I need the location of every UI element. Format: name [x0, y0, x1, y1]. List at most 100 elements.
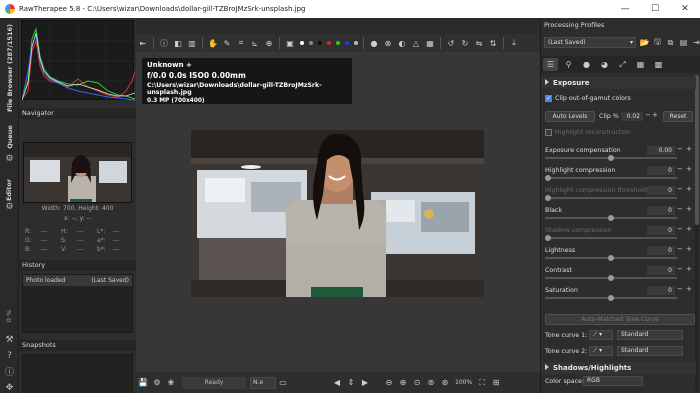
shadows-highlights-section-header[interactable]: Shadows/Highlights	[541, 362, 696, 374]
maximize-button[interactable]: ☐	[640, 0, 670, 18]
exposure-compensation-reset-button[interactable]: +	[686, 145, 692, 153]
color-dot-blue-icon[interactable]	[344, 41, 349, 45]
reset-button[interactable]: Reset	[663, 111, 693, 122]
contrast-reset-button[interactable]: +	[686, 265, 692, 273]
tab-queue[interactable]: Queue	[2, 118, 17, 156]
exposure-compensation-slider[interactable]	[545, 155, 677, 161]
copy-profile-icon[interactable]: ⧉	[665, 37, 676, 48]
clip-increase-button[interactable]: +	[652, 111, 658, 119]
highlight-compression-slider[interactable]	[545, 175, 677, 181]
tone-curve-2-mode-select[interactable]: Standard	[617, 346, 683, 356]
shadow-compression-value[interactable]: 0	[647, 226, 675, 235]
black-value[interactable]: 0	[647, 206, 675, 215]
black-slider[interactable]	[545, 215, 677, 221]
history-list[interactable]: Photo loaded (Last Saved)	[22, 274, 133, 333]
highlight-compression-threshold-reset-button[interactable]: +	[686, 185, 692, 193]
previous-image-icon[interactable]: ◀	[332, 377, 343, 388]
warning-icon[interactable]: △	[411, 38, 422, 49]
focus-mask-icon[interactable]: ●	[369, 38, 380, 49]
contrast-decrease-button[interactable]: −	[677, 265, 683, 273]
tab-file-browser[interactable]: File Browser (287/1516)	[2, 22, 17, 114]
highlight-reconstruction-checkbox[interactable]: Highlight reconstruction	[545, 129, 631, 136]
clip-gamut-checkbox[interactable]: ✓ Clip out-of-gamut colors	[545, 95, 631, 102]
tone-curve-2-edit-button[interactable]: ⟋ ▾	[589, 346, 613, 356]
black-decrease-button[interactable]: −	[677, 205, 683, 213]
lightness-value[interactable]: 0	[647, 246, 675, 255]
color-dot-black-icon[interactable]	[317, 41, 322, 45]
clip-decrease-button[interactable]: −	[645, 111, 651, 119]
info-icon[interactable]: ⓘ	[4, 366, 15, 378]
gear-icon[interactable]: ⚙	[4, 153, 15, 164]
exposure-compensation-value[interactable]: 0.00	[647, 146, 675, 155]
highlight-compression-slider-knob[interactable]	[545, 175, 551, 181]
zoom-100-icon[interactable]: ⊛	[440, 377, 451, 388]
navigator-thumbnail[interactable]	[23, 142, 132, 203]
history-icon[interactable]: ▥	[187, 38, 198, 49]
navigator-header[interactable]: Navigator	[19, 108, 136, 119]
transform-tab-icon[interactable]: ⤢	[615, 58, 630, 71]
white-balance-picker-icon[interactable]: ✎	[222, 38, 233, 49]
exposure-compensation-decrease-button[interactable]: −	[677, 145, 683, 153]
lightness-slider[interactable]	[545, 255, 677, 261]
right-panel-scrollbar[interactable]	[695, 75, 699, 391]
info-toggle-icon[interactable]: ⓘ	[159, 38, 170, 49]
highlight-compression-reset-button[interactable]: +	[686, 165, 692, 173]
exposure-compensation-slider-knob[interactable]	[608, 155, 614, 161]
highlight-compression-threshold-decrease-button[interactable]: −	[677, 185, 683, 193]
highlight-compression-threshold-value[interactable]: 0	[647, 186, 675, 195]
snapshots-header[interactable]: Snapshots	[19, 340, 136, 351]
contrast-slider-knob[interactable]	[608, 275, 614, 281]
highlight-compression-threshold-slider-knob[interactable]	[545, 195, 551, 201]
save-to-disk-icon[interactable]: ⤓	[509, 38, 520, 49]
lightness-decrease-button[interactable]: −	[677, 245, 683, 253]
collapse-left-panel-icon[interactable]: ⇤	[138, 38, 149, 49]
color-dot-gray-icon[interactable]	[308, 41, 313, 45]
open-profile-icon[interactable]: 📂	[639, 37, 650, 48]
color-dot-white-icon[interactable]	[299, 41, 304, 45]
highlight-compression-decrease-button[interactable]: −	[677, 165, 683, 173]
crop-icon[interactable]: ⌗	[236, 38, 247, 49]
search-icon[interactable]: ⌕	[4, 102, 15, 113]
save-profile-icon[interactable]: 🖫	[652, 37, 663, 48]
paste-profile-icon[interactable]: ▤	[678, 37, 689, 48]
before-after-icon[interactable]: ◧	[173, 38, 184, 49]
hand-tool-icon[interactable]: ✋	[208, 38, 219, 49]
color-dot-luma-icon[interactable]	[353, 41, 358, 45]
flip-vertical-icon[interactable]: ⇅	[488, 38, 499, 49]
shadow-compression-reset-button[interactable]: +	[686, 225, 692, 233]
black-slider-knob[interactable]	[608, 215, 614, 221]
contrast-value[interactable]: 0	[647, 266, 675, 275]
clip-indicator-icon[interactable]: ◐	[397, 38, 408, 49]
saturation-value[interactable]: 0	[647, 286, 675, 295]
next-image-icon[interactable]: ▶	[360, 377, 371, 388]
sync-icon[interactable]: ⇕	[346, 377, 357, 388]
saturation-slider-knob[interactable]	[608, 295, 614, 301]
preview-mode-icon[interactable]: ▣	[285, 38, 296, 49]
color-space-select[interactable]: RGB	[583, 376, 643, 386]
tools-icon[interactable]: ⚒	[4, 334, 15, 345]
clip-percent-input[interactable]: 0.02	[621, 112, 643, 121]
profile-select[interactable]: (Last Saved) ▾	[544, 37, 636, 48]
exposure-section-header[interactable]: Exposure	[541, 77, 696, 89]
rotate-right-icon[interactable]: ↻	[460, 38, 471, 49]
display-profile-icon[interactable]: ▦	[425, 38, 436, 49]
color-tab-icon[interactable]: ●	[579, 58, 594, 71]
external-editor-icon[interactable]: ❀	[166, 377, 177, 388]
minimize-button[interactable]: —	[610, 0, 640, 18]
editor-settings-icon[interactable]: ⚙	[4, 201, 15, 212]
history-header[interactable]: History	[19, 260, 136, 271]
gamut-check-icon[interactable]: ⊗	[383, 38, 394, 49]
color-dot-green-icon[interactable]	[335, 41, 340, 45]
saturation-decrease-button[interactable]: −	[677, 285, 683, 293]
fullscreen-icon[interactable]: ✥	[4, 382, 15, 393]
saturation-slider[interactable]	[545, 295, 677, 301]
auto-matched-tone-curve-button[interactable]: Auto-Matched Tone Curve	[545, 314, 695, 325]
detail-window-icon[interactable]: ⊞	[491, 377, 502, 388]
detail-tab-icon[interactable]: ⚲	[561, 58, 576, 71]
flip-horizontal-icon[interactable]: ⇋	[474, 38, 485, 49]
highlight-compression-threshold-slider[interactable]	[545, 195, 677, 201]
lightness-slider-knob[interactable]	[608, 255, 614, 261]
color-picker-icon[interactable]: ⊕	[264, 38, 275, 49]
tone-curve-1-mode-select[interactable]: Standard	[617, 330, 683, 340]
shadow-compression-slider-knob[interactable]	[545, 235, 551, 241]
